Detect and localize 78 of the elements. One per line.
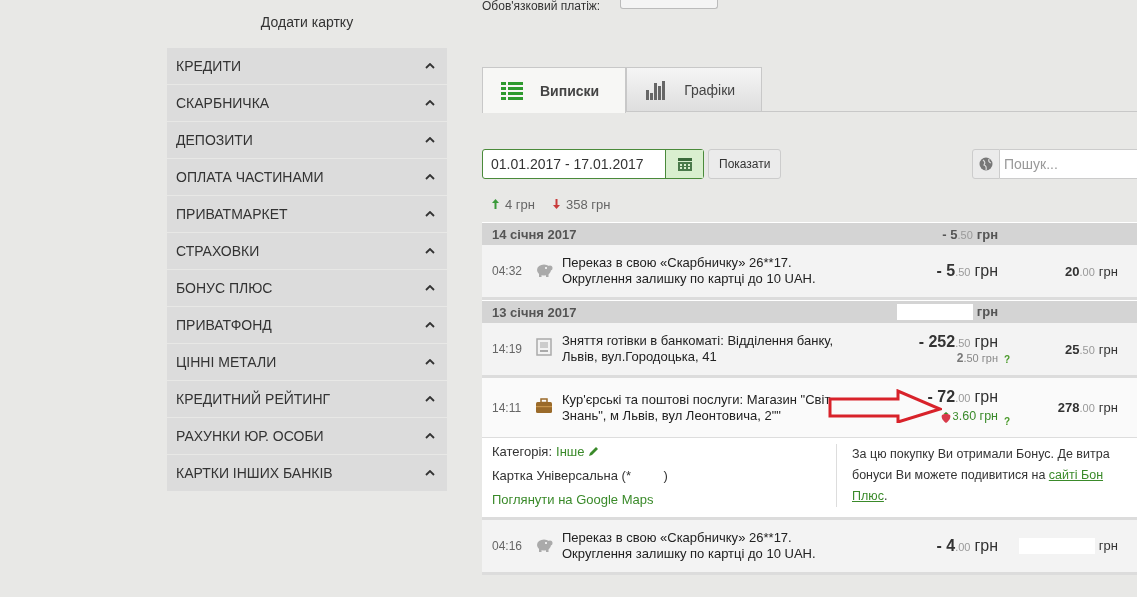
arrow-up-icon — [492, 199, 499, 209]
date-range-field[interactable]: 01.01.2017 - 17.01.2017 — [482, 149, 704, 179]
globe-icon — [979, 157, 993, 171]
transaction-row[interactable]: 04:16 Переказ в свою «Скарбничку» 26**17. Округлення залишку по картці до 10 UAH. - 4.00 грн грн — [482, 520, 1137, 575]
expense-total: 358 грн — [566, 196, 611, 212]
sidebar-item[interactable]: ОПЛАТА ЧАСТИНАМИ — [167, 159, 447, 195]
strawberry-icon — [940, 410, 951, 423]
transaction-amount: - 72.00 грн — [927, 388, 998, 406]
balance-amount: грн — [1098, 537, 1118, 553]
pencil-icon — [588, 446, 600, 457]
briefcase-icon — [535, 396, 553, 415]
chevron-up-icon — [425, 248, 435, 254]
transaction-row[interactable]: 14:19 Зняття готівки в банкоматі: Відділення банку, Львів, вул.Городоцька, 41 - 252.50 грн 2.50 грн ? 25.50 грн — [482, 323, 1137, 378]
sidebar-item[interactable]: КРЕДИТНИЙ РЕЙТИНГ — [167, 381, 447, 417]
chevron-up-icon — [425, 359, 435, 365]
calendar-icon — [677, 157, 692, 171]
card-name: Картка Універсальна (* ) — [492, 468, 669, 483]
arrow-down-icon — [553, 199, 560, 209]
sidebar-item[interactable]: СКАРБНИЧКА — [167, 85, 447, 121]
tab[interactable]: Графіки — [626, 67, 763, 111]
transaction-time: 14:19 — [491, 342, 524, 356]
day-date: 13 січня 2017 — [491, 304, 578, 320]
bonus-amount: 3.60 грн — [952, 408, 998, 425]
category-label: Категорія: — [492, 444, 552, 459]
chevron-up-icon — [425, 100, 435, 106]
sidebar-item[interactable]: КРЕДИТИ — [167, 48, 447, 84]
atm-icon — [535, 338, 553, 356]
day-total: грн — [976, 303, 998, 319]
transaction-time: 04:16 — [491, 539, 524, 553]
map-link[interactable]: Поглянути на Google Maps — [492, 492, 836, 507]
transaction-description: Переказ в свою «Скарбничку» 26**17. Округлення залишку по картці до 10 UAH. — [562, 530, 817, 562]
sidebar-item[interactable]: БОНУС ПЛЮС — [167, 270, 447, 306]
show-button[interactable]: Показати — [708, 149, 782, 179]
day-total: - 5.50 грн — [941, 226, 998, 242]
search-field[interactable]: Пошук... — [1000, 149, 1137, 179]
transaction-row[interactable]: 04:32 Переказ в свою «Скарбничку» 26**17. Округлення залишку по картці до 10 UAH. - 5.50 грн 20.00 грн — [482, 245, 1137, 300]
transaction-description: Переказ в свою «Скарбничку» 26**17. Округлення залишку по картці до 10 UAH. — [562, 255, 817, 287]
tab[interactable]: Виписки — [482, 67, 627, 113]
help-link[interactable]: ? — [998, 416, 1018, 427]
chevron-up-icon — [425, 174, 435, 180]
transaction-time: 04:32 — [491, 264, 524, 278]
transaction-row[interactable]: 14:11 Кур'єрські та поштові послуги: Магазин "Світ Знань", м Львів, вул Леонтовича, 2"" - 72.00 грн 3.60 грн ? 278.00 грн — [482, 378, 1137, 438]
bar-chart-icon — [645, 79, 668, 100]
list-icon — [501, 80, 523, 101]
payment-label: Обов'язковий платіж: — [482, 0, 601, 13]
sidebar-item[interactable]: КАРТКИ ІНШИХ БАНКІВ — [167, 455, 447, 491]
balance-amount: 25.50 грн — [1064, 341, 1118, 357]
transaction-amount: - 252.50 грн — [918, 333, 998, 351]
chevron-up-icon — [425, 137, 435, 143]
bonus-site-link[interactable]: Плюс — [852, 489, 884, 503]
day-date: 14 січня 2017 — [491, 226, 578, 242]
chevron-up-icon — [425, 63, 435, 69]
chevron-up-icon — [425, 470, 435, 476]
sidebar-item[interactable]: ЦІННІ МЕТАЛИ — [167, 344, 447, 380]
category-link[interactable]: Інше — [556, 444, 585, 459]
sidebar-item[interactable]: ДЕПОЗИТИ — [167, 122, 447, 158]
chevron-up-icon — [425, 285, 435, 291]
chevron-up-icon — [425, 211, 435, 217]
fee-amount: 2.50 грн — [956, 351, 998, 365]
income-total: 4 грн — [505, 196, 535, 212]
chevron-up-icon — [425, 322, 435, 328]
bonus-site-link[interactable]: сайті Бон — [1048, 468, 1104, 482]
transaction-description: Кур'єрські та поштові послуги: Магазин "Світ Знань", м Львів, вул Леонтовича, 2"" — [562, 391, 832, 424]
sidebar-item[interactable]: ПРИВАТМАРКЕТ — [167, 196, 447, 232]
transaction-amount: - 5.50 грн — [936, 262, 998, 280]
add-card-link[interactable]: Додати картку — [260, 14, 354, 30]
sidebar-item[interactable]: РАХУНКИ ЮР. ОСОБИ — [167, 418, 447, 454]
transaction-amount: - 4.00 грн — [936, 537, 998, 555]
transaction-time: 14:11 — [491, 400, 523, 415]
balance-amount: 20.00 грн — [1064, 263, 1118, 279]
chevron-up-icon — [425, 396, 435, 402]
transaction-description: Зняття готівки в банкоматі: Відділення банку, Львів, вул.Городоцька, 41 — [562, 333, 835, 365]
sidebar-item[interactable]: ПРИВАТФОНД — [167, 307, 447, 343]
chevron-up-icon — [425, 433, 435, 439]
bonus-note: За цю покупку Ви отримали Бонус. Де витра бонуси Ви можете подивитися на сайті Бон Плюс. — [852, 446, 1110, 505]
calendar-button[interactable] — [665, 150, 703, 178]
sidebar-item[interactable]: СТРАХОВКИ — [167, 233, 447, 269]
balance-amount: 278.00 грн — [1056, 400, 1118, 415]
